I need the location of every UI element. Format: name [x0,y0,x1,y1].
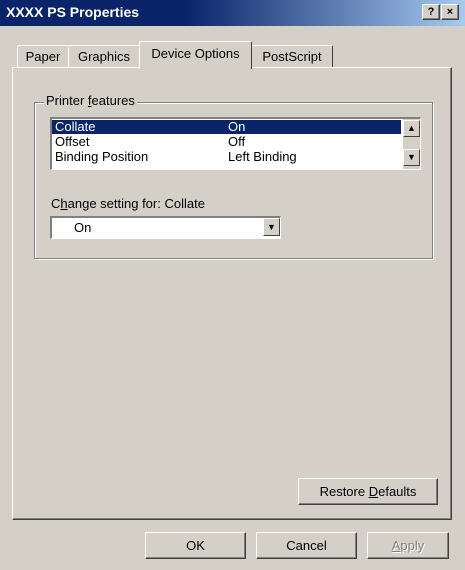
setting-value-dropdown[interactable]: On ▼ [50,216,281,239]
change-setting-label: Change setting for: Collate [51,196,205,211]
feature-value: On [228,119,246,134]
list-item[interactable]: Offset Off [52,135,401,149]
printer-features-list[interactable]: Collate On Offset Off Binding Position L… [50,117,421,170]
list-item[interactable]: Collate On [52,120,401,134]
triangle-down-icon: ▼ [407,152,416,162]
list-item[interactable]: Binding Position Left Binding [52,150,401,164]
scroll-down-button[interactable]: ▼ [403,149,420,166]
tab-paper[interactable]: Paper [17,45,69,68]
printer-features-label: Printer features [44,93,137,108]
tab-graphics[interactable]: Graphics [68,45,140,68]
list-scrollbar[interactable]: ▲ ▼ [403,119,420,169]
ok-button[interactable]: OK [145,532,246,559]
cancel-button[interactable]: Cancel [256,532,357,559]
feature-name: Collate [55,119,96,134]
tab-postscript[interactable]: PostScript [251,45,333,68]
feature-value: Off [228,134,246,149]
window-title: XXXX PS Properties [6,4,140,20]
feature-value: Left Binding [228,149,297,164]
scroll-up-button[interactable]: ▲ [403,120,420,137]
feature-name: Offset [55,134,90,149]
setting-value: On [74,220,92,235]
restore-defaults-button[interactable]: Restore Defaults [298,478,438,505]
feature-name: Binding Position [55,149,149,164]
chevron-down-icon: ▼ [267,222,276,232]
tab-device-options[interactable]: Device Options [139,41,252,69]
apply-button[interactable]: Apply [367,532,449,559]
help-button[interactable]: ? [422,4,440,20]
dropdown-arrow-button[interactable]: ▼ [263,218,280,236]
close-icon: × [446,6,454,18]
triangle-up-icon: ▲ [407,123,416,133]
close-button[interactable]: × [441,4,459,20]
title-bar: XXXX PS Properties ? × [0,0,465,26]
